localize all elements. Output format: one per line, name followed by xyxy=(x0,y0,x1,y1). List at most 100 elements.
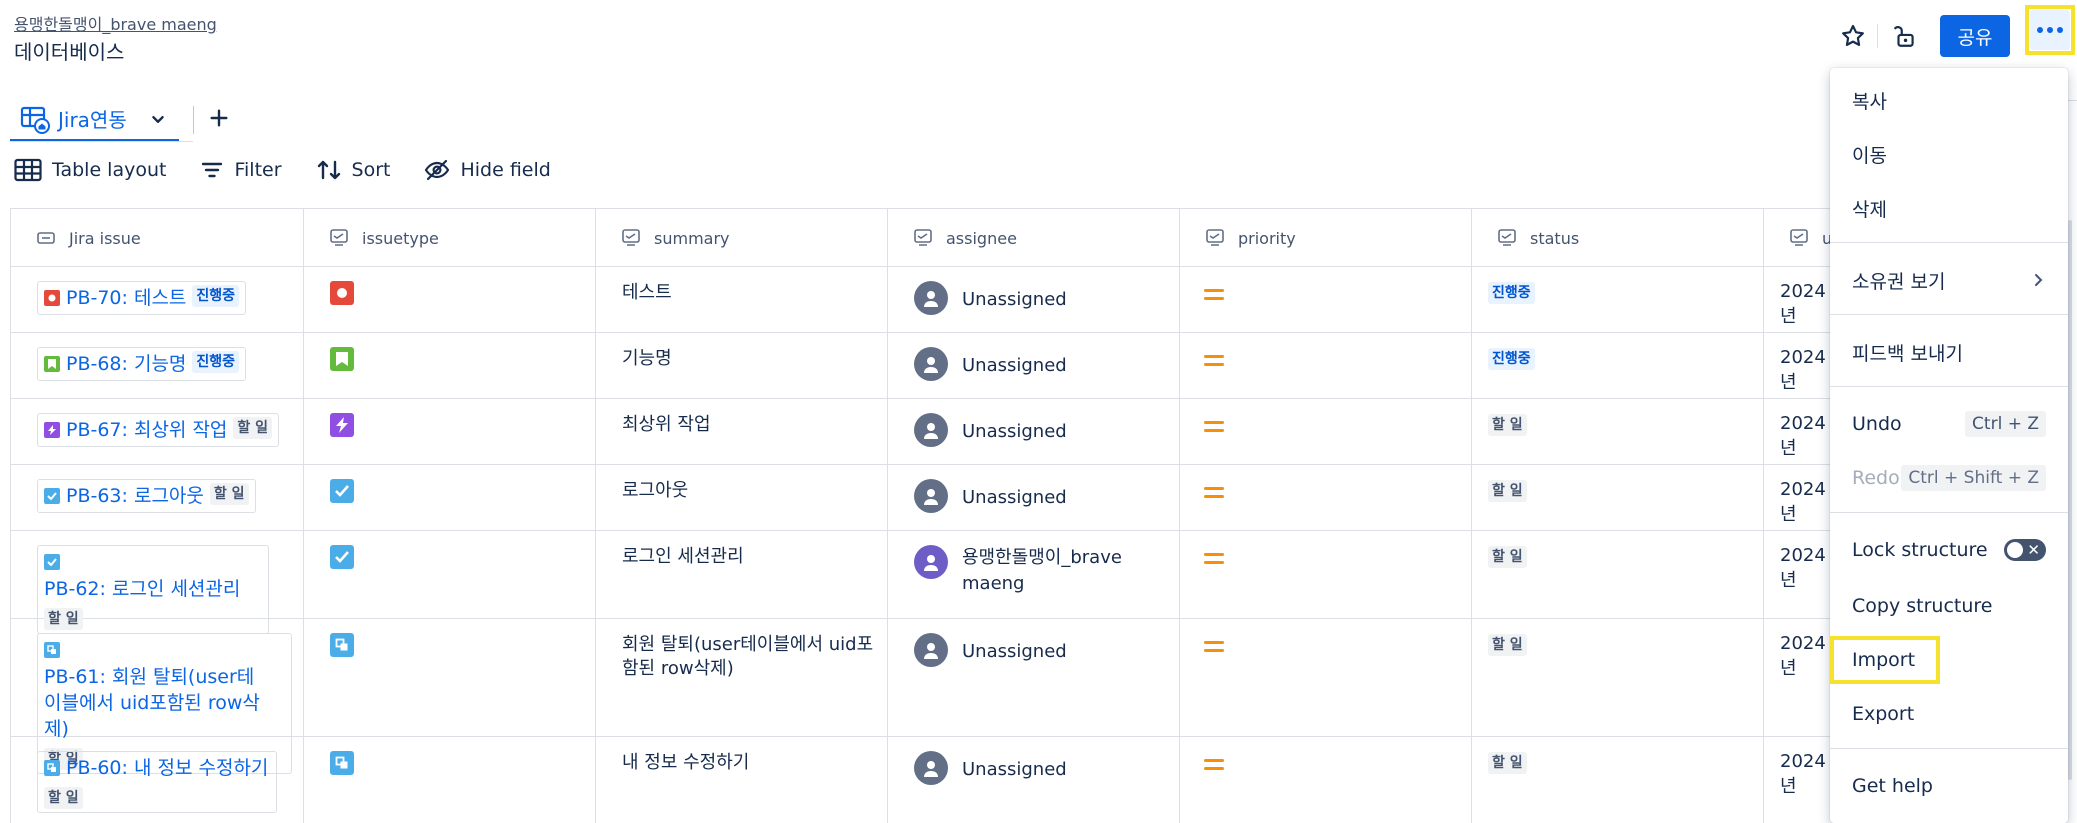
chevron-down-icon[interactable] xyxy=(147,108,169,130)
sort-button[interactable]: Sort xyxy=(316,158,391,182)
menu-item-copy[interactable]: 복사 xyxy=(1830,74,2068,126)
menu-item-label: Redo xyxy=(1852,467,1900,489)
menu-item-delete[interactable]: 삭제 xyxy=(1830,182,2068,234)
share-button[interactable]: 공유 xyxy=(1940,15,2010,57)
issue-key-text: PB-61: 회원 탈퇴(user테이블에서 uid포함된 row삭제) xyxy=(44,666,260,740)
issue-key-link[interactable]: PB-70: 테스트 진행중 xyxy=(37,281,247,315)
issue-key-link[interactable]: PB-63: 로그아웃 할 일 xyxy=(37,479,256,513)
status-cell: 할 일 xyxy=(1472,619,1764,736)
column-header-jira-issue[interactable]: Jira issue xyxy=(11,209,141,267)
issuetype-cell xyxy=(304,399,596,464)
avatar xyxy=(914,545,948,579)
story-icon xyxy=(44,356,60,372)
table-icon xyxy=(14,158,42,182)
tab-jira-view[interactable]: Jira연동 xyxy=(10,98,179,142)
avatar xyxy=(914,479,948,513)
issuetype-cell xyxy=(304,619,596,736)
task-icon xyxy=(44,554,60,570)
add-view-button[interactable] xyxy=(208,105,230,135)
scrollbar[interactable] xyxy=(2068,220,2072,780)
field-icon xyxy=(330,229,348,246)
issuetype-cell xyxy=(304,333,596,398)
menu-item-export[interactable]: Export xyxy=(1830,688,2068,740)
more-actions-menu: 복사 이동 삭제 소유권 보기 피드백 보내기 Undo Ctrl + Z Re… xyxy=(1830,68,2068,823)
filter-icon xyxy=(202,162,223,178)
issuetype-cell xyxy=(304,737,596,823)
menu-item-label: Undo xyxy=(1852,413,1902,435)
issuetype-cell xyxy=(304,465,596,530)
assignee-name: Unassigned xyxy=(962,355,1067,376)
menu-item-move[interactable]: 이동 xyxy=(1830,128,2068,180)
table-row[interactable]: PB-63: 로그아웃 할 일 로그아웃 Unassigned 할 일 2024… xyxy=(11,465,1830,531)
issue-key-link[interactable]: PB-60: 내 정보 수정하기 할 일 xyxy=(37,751,277,813)
jira-issue-cell: PB-67: 최상위 작업 할 일 xyxy=(11,399,304,464)
assignee-cell: Unassigned xyxy=(888,399,1180,464)
hide-field-button[interactable]: Hide field xyxy=(424,158,551,182)
priority-medium-icon xyxy=(1204,759,1460,770)
tab-label: Jira연동 xyxy=(58,108,127,132)
subtask-icon xyxy=(330,751,354,775)
table-row[interactable]: PB-70: 테스트 진행중 테스트 Unassigned 진행중 2024년 xyxy=(11,267,1830,333)
avatar xyxy=(914,281,948,315)
filter-button[interactable]: Filter xyxy=(200,158,282,182)
priority-cell xyxy=(1180,619,1472,736)
status-cell: 진행중 xyxy=(1472,267,1764,332)
column-header-summary[interactable]: summary xyxy=(596,209,730,267)
table-row[interactable]: PB-62: 로그인 세션관리 할 일 로그인 세션관리 용맹한돌맹이_brav… xyxy=(11,531,1830,634)
column-header-label: assignee xyxy=(946,228,1017,248)
table-row[interactable]: PB-60: 내 정보 수정하기 할 일 내 정보 수정하기 Unassigne… xyxy=(11,737,1830,823)
menu-item-lock-structure[interactable]: Lock structure ✕ xyxy=(1830,524,2068,576)
menu-item-import[interactable]: Import xyxy=(1830,634,2068,686)
avatar xyxy=(914,347,948,381)
task-icon xyxy=(330,545,354,569)
field-icon xyxy=(914,229,932,246)
menu-item-redo: Redo Ctrl + Shift + Z xyxy=(1830,452,2068,504)
menu-item-label: 복사 xyxy=(1852,90,1887,113)
issue-key-text: PB-70: 테스트 xyxy=(66,287,187,309)
field-icon xyxy=(37,232,55,244)
table-row[interactable]: PB-67: 최상위 작업 할 일 최상위 작업 Unassigned 할 일 … xyxy=(11,399,1830,465)
menu-divider xyxy=(1830,512,2068,513)
lock-structure-toggle[interactable]: ✕ xyxy=(2004,539,2046,561)
priority-cell xyxy=(1180,333,1472,398)
table-row[interactable]: PB-68: 기능명 진행중 기능명 Unassigned 진행중 2024년 xyxy=(11,333,1830,399)
menu-item-label: Lock structure xyxy=(1852,539,1988,561)
star-button[interactable] xyxy=(1835,18,1871,54)
menu-divider xyxy=(1830,748,2068,749)
menu-item-view-ownership[interactable]: 소유권 보기 xyxy=(1830,254,2068,306)
issue-key-text: PB-67: 최상위 작업 xyxy=(66,419,228,441)
column-header-label: priority xyxy=(1238,228,1296,248)
menu-item-get-help[interactable]: Get help xyxy=(1830,760,2068,812)
task-icon xyxy=(330,479,354,503)
status-badge: 할 일 xyxy=(1488,634,1527,656)
status-badge: 할 일 xyxy=(233,417,273,439)
breadcrumb[interactable]: 용맹한돌맹이_brave maeng xyxy=(14,11,217,35)
column-header-assignee[interactable]: assignee xyxy=(888,209,1017,267)
menu-item-undo[interactable]: Undo Ctrl + Z xyxy=(1830,398,2068,450)
jira-issue-cell: PB-70: 테스트 진행중 xyxy=(11,267,304,332)
summary-cell: 내 정보 수정하기 xyxy=(622,752,750,773)
menu-item-send-feedback[interactable]: 피드백 보내기 xyxy=(1830,326,2068,378)
more-actions-button[interactable] xyxy=(2025,5,2075,55)
column-header-label: issuetype xyxy=(362,228,439,248)
issue-key-text: PB-62: 로그인 세션관리 xyxy=(44,578,241,600)
status-badge: 진행중 xyxy=(192,285,240,307)
table-row[interactable]: PB-61: 회원 탈퇴(user테이블에서 uid포함된 row삭제) 할 일… xyxy=(11,619,1830,774)
assignee-name: Unassigned xyxy=(962,487,1067,508)
issue-key-link[interactable]: PB-67: 최상위 작업 할 일 xyxy=(37,413,280,447)
priority-cell xyxy=(1180,465,1472,530)
table-layout-button[interactable]: Table layout xyxy=(14,158,166,182)
column-header-status[interactable]: status xyxy=(1472,209,1579,267)
menu-item-copy-structure[interactable]: Copy structure xyxy=(1830,580,2068,632)
unlock-icon xyxy=(1893,26,1914,47)
menu-item-label: Copy structure xyxy=(1852,595,1993,617)
sort-label: Sort xyxy=(351,159,391,181)
status-badge: 진행중 xyxy=(1488,348,1535,370)
issue-key-link[interactable]: PB-68: 기능명 진행중 xyxy=(37,347,247,381)
status-badge: 할 일 xyxy=(44,787,83,809)
column-header-priority[interactable]: priority xyxy=(1180,209,1296,267)
column-header-issuetype[interactable]: issuetype xyxy=(304,209,439,267)
restrictions-button[interactable] xyxy=(1887,18,1923,54)
close-icon: ✕ xyxy=(2027,541,2040,559)
divider xyxy=(1877,24,1878,48)
